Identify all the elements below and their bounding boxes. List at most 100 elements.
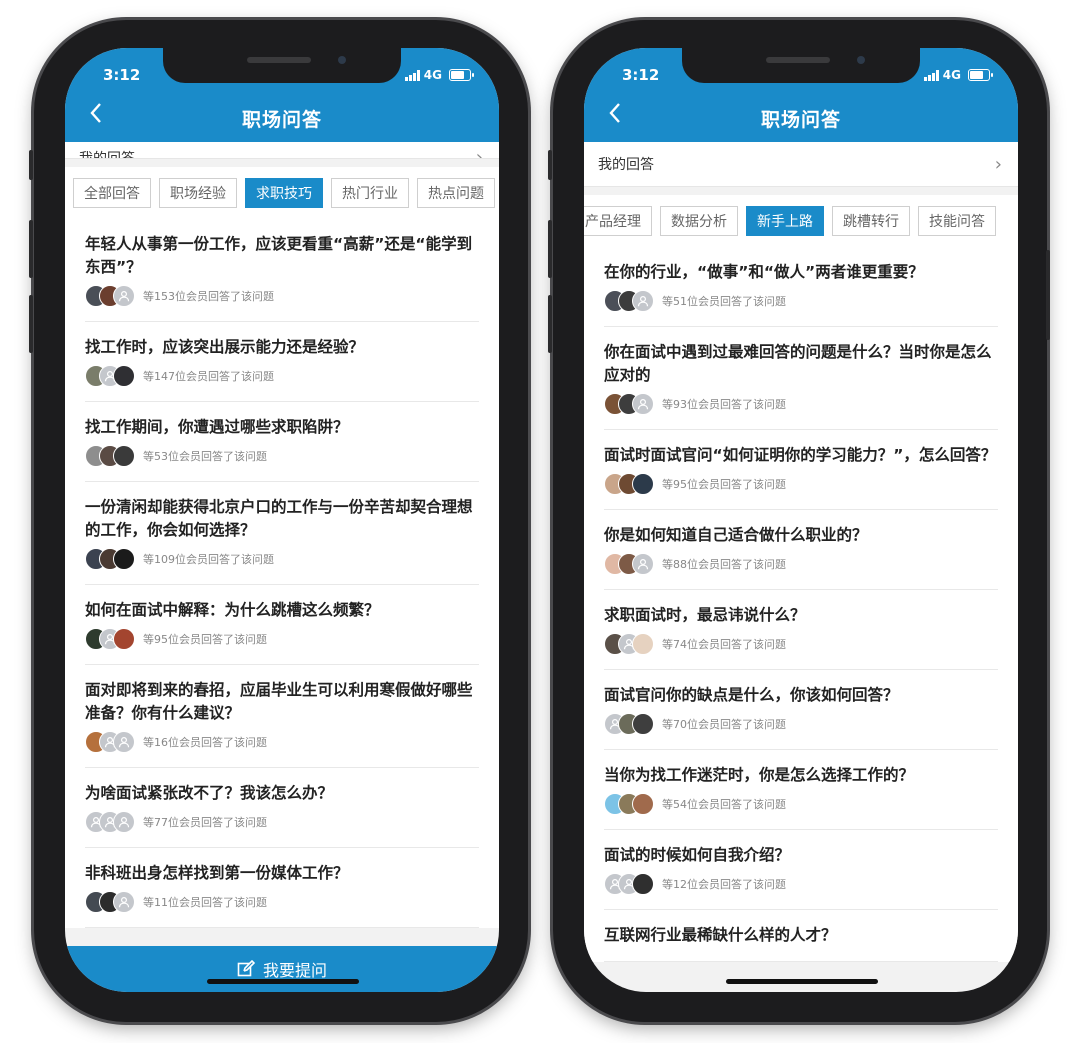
avatar-stack [85, 285, 135, 307]
my-answers-label: 我的回答 [79, 151, 135, 159]
tab-1[interactable]: 全部回答 [73, 178, 151, 208]
nav-bar: 3:12 4G 职场问答 [584, 48, 1018, 142]
question-title: 非科班出身怎样找到第一份媒体工作？ [85, 864, 349, 882]
question-list: 年轻人从事第一份工作，应该更看重“高薪”还是“能学到东西”？ 等153位会员回答了… [65, 219, 499, 928]
question-item[interactable]: 非科班出身怎样找到第一份媒体工作？ 等11位会员回答了该问题 [85, 848, 479, 928]
default-user-icon [632, 290, 654, 312]
status-indicators: 4G [404, 68, 474, 82]
category-tabs: 全部回答 职场经验 求职技巧 热门行业 热点问题 [65, 167, 499, 219]
question-item[interactable]: 面试官问你的缺点是什么，你该如何回答？ 等70位会员回答了该问题 [604, 670, 998, 750]
answer-meta: 等70位会员回答了该问题 [604, 713, 998, 735]
question-item[interactable]: 互联网行业最稀缺什么样的人才？ [604, 910, 998, 962]
tab-2[interactable]: 职场经验 [159, 178, 237, 208]
battery-icon [968, 69, 993, 81]
answer-count: 等147位会员回答了该问题 [143, 370, 274, 383]
tab-5[interactable]: 技能问答 [918, 206, 996, 236]
my-answers-label: 我的回答 [598, 157, 654, 173]
answer-count: 等74位会员回答了该问题 [662, 638, 786, 651]
question-item[interactable]: 求职面试时，最忌讳说什么？ 等74位会员回答了该问题 [604, 590, 998, 670]
avatar [632, 793, 654, 815]
question-list: 在你的行业，“做事”和“做人”两者谁更重要？ 等51位会员回答了该问题 你在面试中遇… [584, 247, 1018, 962]
tab-2[interactable]: 数据分析 [660, 206, 738, 236]
default-user-icon [113, 285, 135, 307]
volume-up-button [29, 220, 33, 278]
question-title: 求职面试时，最忌讳说什么？ [604, 606, 806, 624]
question-title: 年轻人从事第一份工作，应该更看重“高薪”还是“能学到东西”？ [85, 235, 473, 276]
question-item[interactable]: 找工作时，应该突出展示能力还是经验？ 等147位会员回答了该问题 [85, 322, 479, 402]
question-item[interactable]: 面试的时候如何自我介绍？ 等12位会员回答了该问题 [604, 830, 998, 910]
question-title: 找工作期间，你遭遇过哪些求职陷阱？ [85, 418, 349, 436]
default-user-icon [113, 891, 135, 913]
content: 我的回答 › 产品经理 数据分析 新手上路 跳槽转行 技能问答 在你的行业，“做事”和“… [584, 142, 1018, 962]
avatar-stack [85, 548, 135, 570]
default-user-icon [632, 553, 654, 575]
chevron-right-icon: › [475, 147, 483, 159]
question-item[interactable]: 你在面试中遇到过最难回答的问题是什么？当时你是怎么应对的 等93位会员回答了该问题 [604, 327, 998, 430]
answer-meta: 等109位会员回答了该问题 [85, 548, 479, 570]
question-title: 如何在面试中解释：为什么跳槽这么频繁？ [85, 601, 380, 619]
answer-count: 等51位会员回答了该问题 [662, 295, 786, 308]
answer-meta: 等74位会员回答了该问题 [604, 633, 998, 655]
answer-count: 等77位会员回答了该问题 [143, 816, 267, 829]
avatar [113, 628, 135, 650]
answer-count: 等95位会员回答了该问题 [662, 478, 786, 491]
avatar [632, 713, 654, 735]
question-item[interactable]: 你是如何知道自己适合做什么职业的？ 等88位会员回答了该问题 [604, 510, 998, 590]
power-button [1046, 250, 1050, 340]
answer-count: 等109位会员回答了该问题 [143, 553, 274, 566]
status-time: 3:12 [103, 66, 141, 84]
question-title: 你是如何知道自己适合做什么职业的？ [604, 526, 868, 544]
answer-meta: 等77位会员回答了该问题 [85, 811, 479, 833]
notch [163, 48, 401, 83]
answer-meta: 等11位会员回答了该问题 [85, 891, 479, 913]
category-tabs: 产品经理 数据分析 新手上路 跳槽转行 技能问答 [584, 195, 1018, 247]
answer-count: 等70位会员回答了该问题 [662, 718, 786, 731]
question-item[interactable]: 面试时面试官问“如何证明你的学习能力？”，怎么回答？ 等95位会员回答了该问题 [604, 430, 998, 510]
tab-3[interactable]: 求职技巧 [245, 178, 323, 208]
network-type: 4G [423, 68, 442, 82]
question-item[interactable]: 当你为找工作迷茫时，你是怎么选择工作的？ 等54位会员回答了该问题 [604, 750, 998, 830]
avatar-stack [604, 633, 654, 655]
home-indicator[interactable] [726, 979, 878, 984]
volume-down-button [29, 295, 33, 353]
answer-meta: 等88位会员回答了该问题 [604, 553, 998, 575]
mute-switch [548, 150, 552, 180]
answer-count: 等12位会员回答了该问题 [662, 878, 786, 891]
question-item[interactable]: 年轻人从事第一份工作，应该更看重“高薪”还是“能学到东西”？ 等153位会员回答了… [85, 219, 479, 322]
tab-5[interactable]: 热点问题 [417, 178, 495, 208]
answer-meta: 等153位会员回答了该问题 [85, 285, 479, 307]
avatar [113, 365, 135, 387]
notch [682, 48, 920, 83]
question-item[interactable]: 在你的行业，“做事”和“做人”两者谁更重要？ 等51位会员回答了该问题 [604, 247, 998, 327]
page-title: 职场问答 [760, 109, 841, 131]
answer-count: 等53位会员回答了该问题 [143, 450, 267, 463]
chevron-right-icon: › [994, 153, 1002, 175]
question-item[interactable]: 面对即将到来的春招，应届毕业生可以利用寒假做好哪些准备？你有什么建议？ 等16位会… [85, 665, 479, 768]
avatar [632, 473, 654, 495]
question-item[interactable]: 一份清闲却能获得北京户口的工作与一份辛苦却契合理想的工作，你会如何选择？ 等109… [85, 482, 479, 585]
answer-count: 等11位会员回答了该问题 [143, 896, 267, 909]
answer-meta: 等51位会员回答了该问题 [604, 290, 998, 312]
my-answers-row[interactable]: 我的回答 › [584, 142, 1018, 187]
question-item[interactable]: 找工作期间，你遭遇过哪些求职陷阱？ 等53位会员回答了该问题 [85, 402, 479, 482]
answer-meta: 等54位会员回答了该问题 [604, 793, 998, 815]
phone-right: 3:12 4G 职场问答 我的回答 › 产品经理 数据分析 新手上路 跳槽转行 技能问答… [548, 20, 1050, 1022]
home-indicator[interactable] [207, 979, 359, 984]
answer-meta: 等147位会员回答了该问题 [85, 365, 479, 387]
avatar-stack [85, 731, 135, 753]
ask-question-button[interactable]: 我要提问 [65, 946, 499, 992]
question-item[interactable]: 如何在面试中解释：为什么跳槽这么频繁？ 等95位会员回答了该问题 [85, 585, 479, 665]
avatar-stack [85, 445, 135, 467]
answer-meta: 等93位会员回答了该问题 [604, 393, 998, 415]
question-item[interactable]: 为啥面试紧张改不了？我该怎么办？ 等77位会员回答了该问题 [85, 768, 479, 848]
tab-1[interactable]: 产品经理 [584, 206, 652, 236]
avatar [113, 445, 135, 467]
avatar-stack [604, 553, 654, 575]
question-title: 面试官问你的缺点是什么，你该如何回答？ [604, 686, 899, 704]
tab-4[interactable]: 热门行业 [331, 178, 409, 208]
tab-4[interactable]: 跳槽转行 [832, 206, 910, 236]
avatar-stack [604, 793, 654, 815]
tab-3[interactable]: 新手上路 [746, 206, 824, 236]
page-title: 职场问答 [241, 109, 322, 131]
screen-right: 3:12 4G 职场问答 我的回答 › 产品经理 数据分析 新手上路 跳槽转行 技能问答… [584, 48, 1018, 992]
